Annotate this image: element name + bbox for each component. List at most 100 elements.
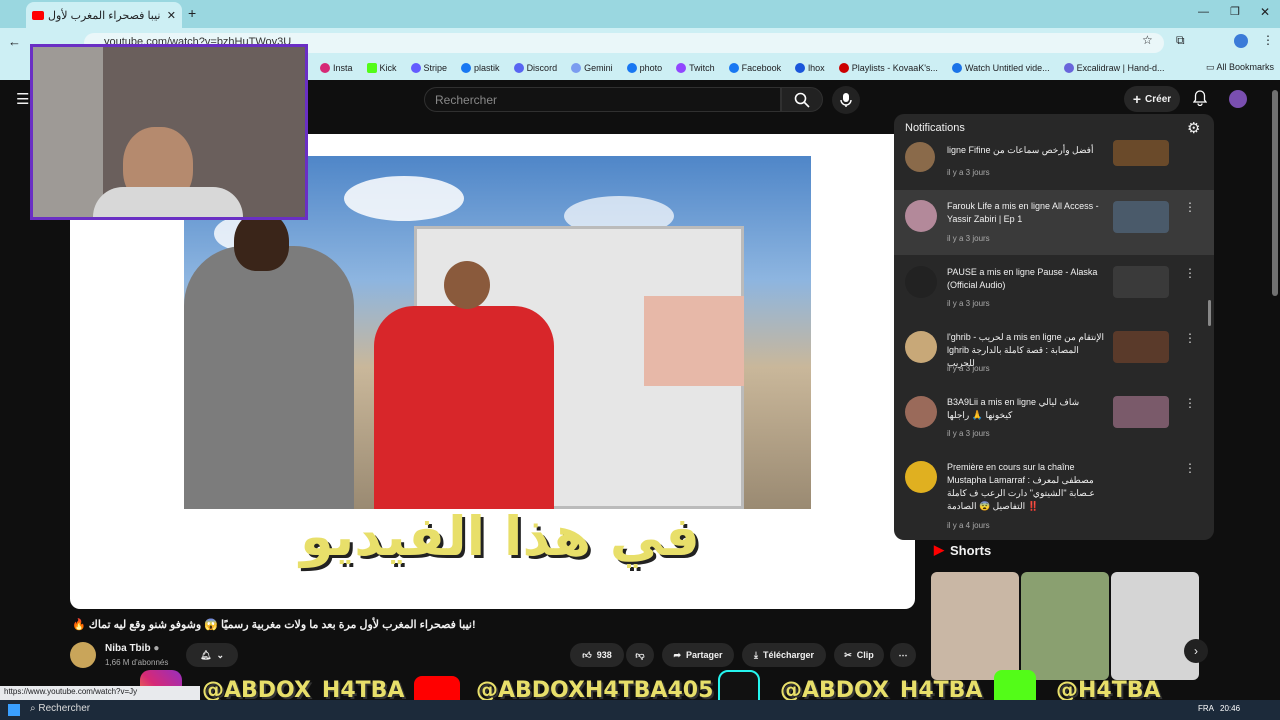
bookmark-playlists[interactable]: Playlists - KovaaK's... — [838, 63, 938, 73]
bookmark-plastik[interactable]: plastik — [461, 63, 500, 73]
clip-button[interactable]: ✂ Clip — [834, 643, 884, 667]
bell-icon: 🔔︎ — [200, 649, 212, 660]
close-window-icon[interactable]: ✕ — [1260, 5, 1270, 19]
shorts-icon: ▶ — [934, 542, 944, 557]
notification-more-icon[interactable]: ⋮ — [1184, 396, 1196, 410]
notification-time: il y a 4 jours — [947, 521, 990, 530]
menu-kebab-icon[interactable]: ⋮ — [1262, 33, 1274, 47]
subscribe-bell-button[interactable]: 🔔︎ ⌄ — [186, 643, 238, 667]
more-actions-button[interactable]: ⋯ — [890, 643, 916, 667]
page-scrollbar[interactable] — [1272, 90, 1278, 296]
like-button[interactable]: 👍︎ 938 — [570, 643, 624, 667]
download-button[interactable]: ⤓ Télécharger — [742, 643, 826, 667]
bookmark-photo[interactable]: photo — [626, 63, 662, 73]
notification-avatar — [905, 461, 937, 493]
short-thumbnail[interactable] — [1021, 572, 1109, 680]
channel-avatar[interactable] — [70, 642, 96, 668]
notification-thumbnail — [1113, 331, 1169, 363]
notification-text: ligne Fifine أفضل وأرخص سماعات من — [947, 145, 1094, 155]
new-tab-button[interactable]: + — [188, 5, 196, 21]
link-status-bar: https://www.youtube.com/watch?v=Jy — [0, 686, 200, 700]
taskbar-search[interactable]: ⌕ Rechercher — [30, 703, 90, 714]
language-indicator[interactable]: FRA — [1198, 704, 1214, 713]
chevron-down-icon: ⌄ — [216, 649, 224, 660]
notification-text: Première en cours sur la chaîne Mustapha… — [947, 462, 1095, 511]
windows-taskbar — [0, 700, 1280, 720]
bookmark-excalidraw[interactable]: Excalidraw | Hand-d... — [1063, 63, 1165, 73]
browser-tab[interactable]: نيبا فصحراء المغرب لأول ✕ — [26, 2, 182, 28]
hamburger-menu-icon[interactable]: ☰ — [16, 90, 29, 108]
notifications-title: Notifications — [905, 122, 965, 134]
notification-item[interactable]: PAUSE a mis en ligne Pause - Alaska (Off… — [894, 256, 1214, 321]
all-bookmarks-label: All Bookmarks — [1216, 62, 1275, 72]
bookmark-kick[interactable]: Kick — [366, 63, 397, 73]
start-icon[interactable] — [8, 704, 20, 716]
short-thumbnail[interactable] — [1111, 572, 1199, 680]
notification-text: PAUSE a mis en ligne Pause - Alaska (Off… — [947, 267, 1098, 290]
search-input[interactable]: Rechercher — [424, 87, 781, 112]
taskbar-clock[interactable]: 20:46 — [1220, 704, 1240, 713]
mic-icon — [840, 93, 852, 107]
extensions-icon[interactable]: ⧉ — [1176, 33, 1185, 48]
video-title: !نيبا فصحراء المغرب لأول مرة بعد ما ولات… — [72, 619, 476, 631]
bookmark-watch[interactable]: Watch Untitled vide... — [951, 63, 1050, 73]
notification-text: B3A9Lii a mis en ligne شاف ليالي كيخونها… — [947, 397, 1080, 420]
download-label: Télécharger — [762, 650, 814, 660]
video-overlay-caption: في هذا الفيديو — [300, 505, 700, 568]
create-button[interactable]: + Créer — [1124, 86, 1180, 112]
notifications-bell-icon[interactable] — [1192, 90, 1208, 107]
notification-time: il y a 3 jours — [947, 364, 990, 373]
all-bookmarks[interactable]: ▭ All Bookmarks — [1206, 62, 1274, 73]
shorts-label: Shorts — [950, 542, 992, 558]
bookmark-discord[interactable]: Discord — [513, 63, 557, 73]
notification-more-icon[interactable]: ⋮ — [1184, 461, 1196, 475]
close-tab-icon[interactable]: ✕ — [167, 9, 176, 22]
minimize-icon[interactable]: — — [1198, 6, 1209, 18]
profile-icon[interactable] — [1234, 34, 1248, 48]
shorts-next-button[interactable]: › — [1184, 639, 1208, 663]
notification-avatar — [905, 266, 937, 298]
search-button[interactable] — [781, 87, 823, 112]
notification-thumbnail — [1113, 201, 1169, 233]
notification-thumbnail — [1113, 266, 1169, 298]
short-thumbnail[interactable] — [931, 572, 1019, 680]
notification-item[interactable]: B3A9Lii a mis en ligne شاف ليالي كيخونها… — [894, 386, 1214, 451]
taskbar-search-label: Rechercher — [38, 703, 91, 714]
folder-icon: ▭ — [1206, 62, 1217, 72]
share-button[interactable]: ➦ Partager — [662, 643, 734, 667]
bookmark-stripe[interactable]: Stripe — [410, 63, 447, 73]
youtube-favicon-icon — [32, 10, 44, 20]
notifications-panel: ligne Fifine أفضل وأرخص سماعات من il y a… — [894, 114, 1214, 540]
notification-more-icon[interactable]: ⋮ — [1184, 331, 1196, 345]
bookmark-insta[interactable]: Insta — [320, 63, 353, 73]
bookmark-gemini[interactable]: Gemini — [571, 63, 613, 73]
shorts-section-title: ▶ Shorts — [934, 542, 991, 558]
subscriber-count: 1,66 M d'abonnés — [105, 658, 169, 667]
create-label: Créer — [1145, 93, 1172, 105]
notification-item[interactable]: Première en cours sur la chaîne Mustapha… — [894, 451, 1214, 540]
channel-name[interactable]: Niba Tbib ● — [105, 643, 159, 654]
restore-icon[interactable]: ❐ — [1230, 5, 1240, 18]
download-icon: ⤓ — [753, 649, 758, 660]
dislike-button[interactable]: 👎︎ — [626, 643, 654, 667]
notification-more-icon[interactable]: ⋮ — [1184, 266, 1196, 280]
bookmark-facebook[interactable]: Facebook — [728, 63, 781, 73]
account-avatar[interactable] — [1229, 90, 1247, 108]
bookmark-twitch[interactable]: Twitch — [676, 63, 715, 73]
like-count: 938 — [596, 650, 612, 660]
notification-thumbnail — [1113, 140, 1169, 166]
notifications-scrollbar[interactable] — [1208, 300, 1211, 326]
channel-name-label: Niba Tbib — [105, 643, 151, 654]
notification-item[interactable]: ligne Fifine أفضل وأرخص سماعات من il y a… — [894, 140, 1214, 182]
verified-icon: ● — [153, 643, 160, 654]
notification-item[interactable]: Farouk Life a mis en ligne All Access - … — [894, 190, 1214, 255]
notification-avatar — [905, 331, 937, 363]
bookmark-star-icon[interactable]: ☆ — [1142, 33, 1153, 47]
bookmark-lhox[interactable]: lhox — [795, 63, 825, 73]
notification-item[interactable]: l'ghrib - لحريب a mis en ligne الإنتقام … — [894, 321, 1214, 386]
notification-more-icon[interactable]: ⋮ — [1184, 200, 1196, 214]
back-icon[interactable]: ← — [8, 34, 21, 49]
settings-gear-icon[interactable]: ⚙ — [1187, 119, 1200, 137]
search-icon — [794, 92, 810, 108]
voice-search-button[interactable] — [832, 86, 860, 114]
